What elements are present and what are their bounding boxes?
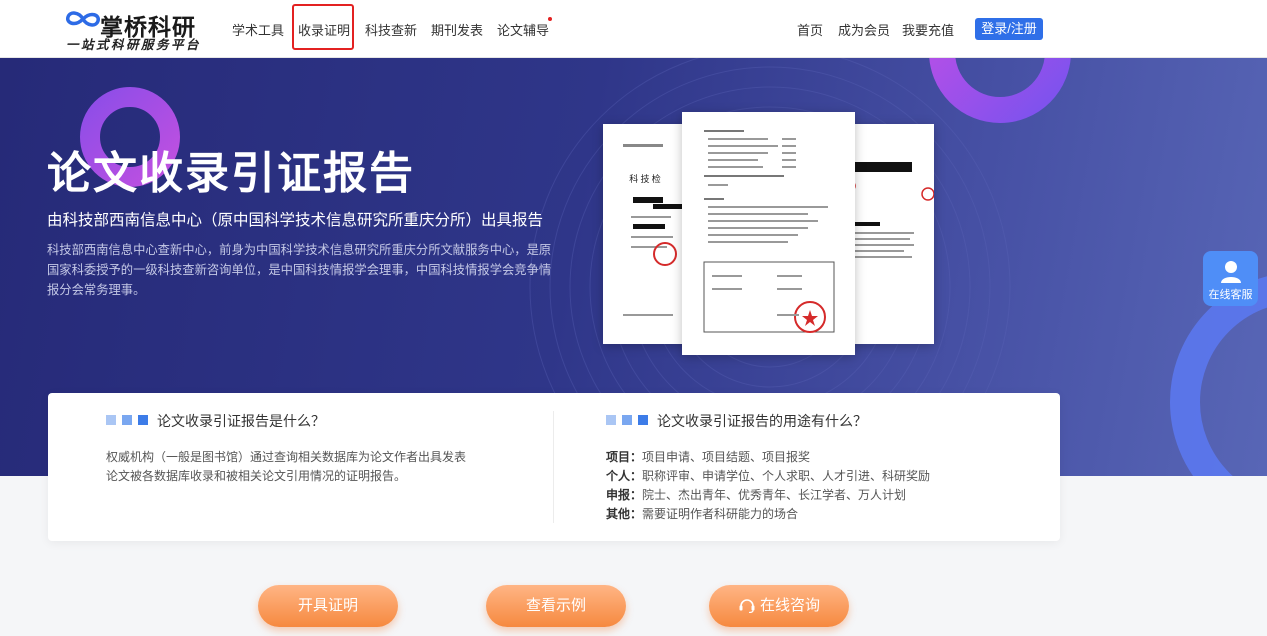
logo-slogan: 一站式科研服务平台 [66,38,202,52]
infinity-logo-icon [66,11,100,27]
online-consult-label: 在线咨询 [759,597,820,614]
what-title: 论文收录引证报告是什么？ [157,413,325,429]
online-consult-button[interactable]: 在线咨询 [709,585,849,627]
square-icon [122,415,132,425]
use-item: 申报：院士、杰出青年、优秀青年、长江学者、万人计划 [606,486,1026,505]
nav-item-novelty-search[interactable]: 科技查新 [365,20,417,39]
issue-proof-button[interactable]: 开具证明 [258,585,398,627]
hero-description: 科技部西南信息中心查新中心，前身为中国科学技术信息研究所重庆分所文献服务中心，是… [47,243,552,297]
hero-subtitle: 由科技部西南信息中心（原中国科学技术信息研究所重庆分所）出具报告 [47,212,544,229]
login-register-button[interactable]: 登录/注册 [975,18,1043,40]
top-header: 掌桥科研 一站式科研服务平台 学术工具 收录证明 科技查新 期刊发表 论文辅导 … [0,0,1267,58]
use-item-label: 项目： [606,450,643,464]
info-card: 论文收录引证报告是什么？ 权威机构（一般是图书馆）通过查询相关数据库为论文作者出… [48,393,1060,541]
card-divider [553,411,554,523]
square-icon [622,415,632,425]
use-item: 其他：需要证明作者科研能力的场合 [606,505,1026,524]
use-item-text: 项目申请、项目结题、项目报奖 [642,450,811,464]
new-dot-badge [548,17,552,21]
report-sample-left: 科 技 检 [603,124,687,344]
use-item-text: 需要证明作者科研能力的场合 [642,507,799,521]
doc-heading: 科 技 检 [629,173,661,184]
uses-title: 论文收录引证报告的用途有什么？ [657,413,867,429]
use-item-label: 其他： [606,507,643,521]
report-sample-center [682,112,855,355]
use-item-text: 院士、杰出青年、优秀青年、长江学者、万人计划 [642,488,907,502]
hero-title: 论文收录引证报告 [47,149,415,198]
report-sample-right [850,124,934,344]
online-service-widget[interactable]: 在线客服 [1203,251,1258,306]
view-sample-label: 查看示例 [525,597,586,614]
use-item: 个人：职称评审、申请学位、个人求职、人才引进、科研奖励 [606,467,1026,486]
nav-become-member[interactable]: 成为会员 [838,20,890,39]
issue-proof-label: 开具证明 [297,597,358,614]
what-text: 权威机构（一般是图书馆）通过查询相关数据库为论文作者出具发表论文被各数据库收录和… [106,450,467,483]
square-icon [638,415,648,425]
uses-list: 项目：项目申请、项目结题、项目报奖 个人：职称评审、申请学位、个人求职、人才引进… [606,448,1026,524]
use-item: 项目：项目申请、项目结题、项目报奖 [606,448,1026,467]
online-service-label: 在线客服 [1208,289,1253,301]
what-section: 论文收录引证报告是什么？ 权威机构（一般是图书馆）通过查询相关数据库为论文作者出… [106,393,546,541]
user-icon [1221,261,1241,283]
use-item-label: 个人： [606,469,643,483]
square-icon [606,415,616,425]
nav-home[interactable]: 首页 [797,20,823,39]
uses-section: 论文收录引证报告的用途有什么？ 项目：项目申请、项目结题、项目报奖 个人：职称评… [606,393,1046,541]
square-icon [106,415,116,425]
use-item-label: 申报： [606,488,643,502]
nav-item-journal-publish[interactable]: 期刊发表 [431,20,483,39]
nav-item-paper-tutoring[interactable]: 论文辅导 [497,20,549,39]
nav-item-citation-proof[interactable]: 收录证明 [298,20,350,39]
nav-item-academic-tools[interactable]: 学术工具 [232,20,284,39]
logo[interactable]: 掌桥科研 一站式科研服务平台 [64,6,204,52]
view-sample-button[interactable]: 查看示例 [486,585,626,627]
use-item-text: 职称评审、申请学位、个人求职、人才引进、科研奖励 [642,469,931,483]
square-icon [138,415,148,425]
nav-recharge[interactable]: 我要充值 [902,20,954,39]
headset-icon [739,599,755,614]
